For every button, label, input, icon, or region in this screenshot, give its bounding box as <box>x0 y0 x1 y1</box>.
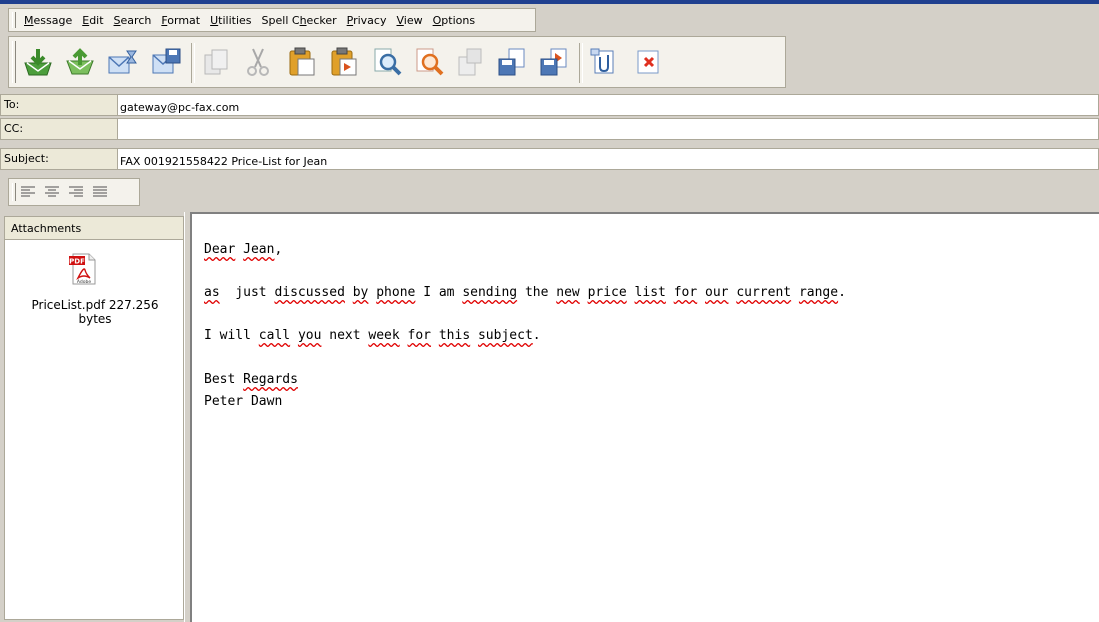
cc-row: CC: <box>0 118 1099 140</box>
find-replace-icon[interactable] <box>411 45 445 79</box>
attachment-caption[interactable]: PriceList.pdf 227.256 bytes <box>5 298 185 326</box>
menu-options[interactable]: Options <box>428 14 480 27</box>
menu-utilities[interactable]: Utilities <box>205 14 256 27</box>
cc-label: CC: <box>0 118 118 140</box>
find-icon[interactable] <box>369 45 403 79</box>
misspelled-word[interactable]: sending <box>462 285 517 300</box>
toolbar-separator <box>579 43 583 83</box>
misspelled-word[interactable]: Dear <box>204 242 235 257</box>
menu-bar: Message Edit Search Format Utilities Spe… <box>8 8 536 32</box>
message-body-editor[interactable]: Dear Jean, as just discussed by phone I … <box>190 212 1099 622</box>
pdf-badge-label: PDF <box>69 258 85 266</box>
misspelled-word[interactable]: as <box>204 285 220 300</box>
toolbar-grip[interactable] <box>12 41 16 83</box>
subject-row: Subject: <box>0 148 1099 170</box>
misspelled-word[interactable]: Regards <box>243 372 298 387</box>
subject-label: Subject: <box>0 148 118 170</box>
body-line-main: as just discussed by phone I am sending … <box>204 285 846 300</box>
misspelled-word[interactable]: phone <box>376 285 415 300</box>
misspelled-word[interactable]: our <box>705 285 728 300</box>
misspelled-word[interactable]: subject <box>478 328 533 343</box>
menu-bar-grip[interactable] <box>12 12 16 28</box>
to-row: To: <box>0 94 1099 116</box>
to-field[interactable] <box>118 94 1099 116</box>
misspelled-word[interactable]: you <box>298 328 321 343</box>
save-as-icon[interactable] <box>537 45 571 79</box>
copy-icon[interactable] <box>199 45 233 79</box>
pdf-file-icon[interactable]: PDF Adobe <box>67 252 99 286</box>
paste-special-icon[interactable] <box>327 45 361 79</box>
misspelled-word[interactable]: new <box>556 285 579 300</box>
align-center-icon[interactable] <box>43 184 61 200</box>
align-right-icon[interactable] <box>67 184 85 200</box>
main-toolbar <box>8 36 786 88</box>
menu-privacy[interactable]: Privacy <box>342 14 392 27</box>
misspelled-word[interactable]: price <box>588 285 627 300</box>
attachments-tab[interactable]: Attachments <box>4 216 184 240</box>
misspelled-word[interactable]: this <box>439 328 470 343</box>
misspelled-word[interactable]: for <box>408 328 431 343</box>
menu-edit[interactable]: Edit <box>77 14 108 27</box>
attachment-filename: PriceList.pdf 227.256 <box>31 298 159 312</box>
alignment-toolbar <box>8 178 140 206</box>
misspelled-word[interactable]: call <box>259 328 290 343</box>
body-line-greeting: Dear Jean, <box>204 242 283 257</box>
send-icon[interactable] <box>21 45 55 79</box>
misspelled-word[interactable]: by <box>353 285 369 300</box>
subject-field[interactable] <box>118 148 1099 170</box>
menu-message[interactable]: Message <box>19 14 77 27</box>
misspelled-word[interactable]: week <box>368 328 399 343</box>
adobe-brand-label: Adobe <box>77 279 91 285</box>
menu-spell-checker[interactable]: Spell Checker <box>257 14 342 27</box>
save-icon[interactable] <box>495 45 529 79</box>
menu-format[interactable]: Format <box>156 14 205 27</box>
cut-icon[interactable] <box>241 45 275 79</box>
attachments-panel: PDF Adobe PriceList.pdf 227.256 bytes <box>4 240 184 620</box>
discard-icon[interactable] <box>631 45 665 79</box>
misspelled-word[interactable]: Jean <box>243 242 274 257</box>
body-line-signature: Peter Dawn <box>204 394 283 409</box>
misspelled-word[interactable]: list <box>635 285 666 300</box>
menu-view[interactable]: View <box>391 14 427 27</box>
upload-icon[interactable] <box>63 45 97 79</box>
attachment-size: bytes <box>78 312 112 326</box>
alignment-toolbar-grip[interactable] <box>12 183 16 201</box>
save-draft-icon[interactable] <box>149 45 183 79</box>
misspelled-word[interactable]: current <box>736 285 791 300</box>
misspelled-word[interactable]: for <box>674 285 697 300</box>
misspelled-word[interactable]: discussed <box>274 285 344 300</box>
send-later-icon[interactable] <box>105 45 139 79</box>
insert-icon[interactable] <box>453 45 487 79</box>
toolbar-separator <box>191 43 195 83</box>
align-left-icon[interactable] <box>19 184 37 200</box>
justify-icon[interactable] <box>91 184 109 200</box>
body-line-closing: Best Regards <box>204 372 298 387</box>
misspelled-word[interactable]: range <box>799 285 838 300</box>
window-title-bar-edge <box>0 0 1099 4</box>
body-line-followup: I will call you next week for this subje… <box>204 328 541 343</box>
menu-search[interactable]: Search <box>109 14 157 27</box>
paste-icon[interactable] <box>285 45 319 79</box>
attach-icon[interactable] <box>587 45 621 79</box>
cc-field[interactable] <box>118 118 1099 140</box>
to-label: To: <box>0 94 118 116</box>
